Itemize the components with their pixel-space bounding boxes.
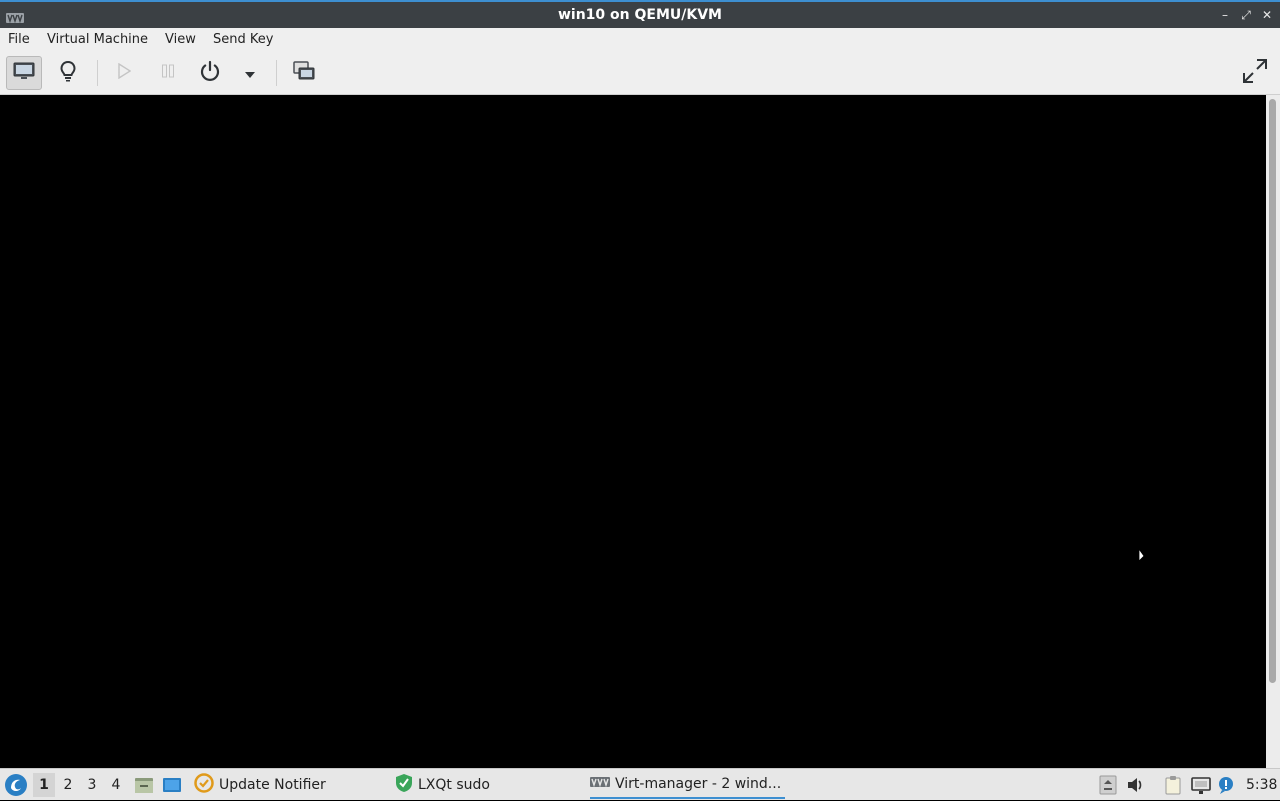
maximize-button[interactable]: ⤢: [1238, 6, 1254, 24]
power-icon: [199, 60, 221, 86]
task-update-notifier[interactable]: Update Notifier: [194, 771, 326, 799]
monitor-icon: [13, 62, 35, 84]
vm-console-display[interactable]: [0, 95, 1266, 768]
notification-button[interactable]: [1216, 775, 1236, 795]
mouse-cursor-icon: [1138, 547, 1146, 564]
show-desktop-icon: [162, 778, 182, 799]
file-manager-icon: [134, 778, 154, 799]
desktop-1[interactable]: 1: [33, 773, 55, 797]
toolbar-separator: [97, 60, 98, 86]
fullscreen-icon: [1242, 58, 1268, 88]
snapshot-icon: [293, 61, 315, 85]
menu-file[interactable]: File: [4, 31, 34, 49]
task-virt-manager[interactable]: Virt-manager - 2 wind...: [590, 771, 785, 799]
file-manager-launcher[interactable]: [134, 775, 154, 795]
fullscreen-button[interactable]: [1237, 56, 1273, 90]
desktop-2[interactable]: 2: [57, 773, 79, 797]
toolbar: [0, 52, 1280, 95]
clock[interactable]: 5:38: [1246, 775, 1277, 795]
shield-icon: [395, 773, 413, 797]
play-icon: [117, 62, 132, 83]
clipboard-button[interactable]: [1163, 775, 1183, 795]
pause-icon: [161, 63, 175, 83]
menu-send-key[interactable]: Send Key: [209, 31, 277, 49]
minimize-button[interactable]: –: [1217, 6, 1233, 24]
window-titlebar[interactable]: win10 on QEMU/KVM – ⤢ ✕: [0, 0, 1280, 28]
notification-icon: [1216, 777, 1236, 799]
toolbar-separator: [276, 60, 277, 86]
menu-virtual-machine[interactable]: Virtual Machine: [43, 31, 152, 49]
start-menu-button[interactable]: [4, 773, 28, 797]
shutdown-menu-button[interactable]: [232, 56, 268, 90]
network-icon: [1191, 777, 1211, 799]
menu-view[interactable]: View: [161, 31, 200, 49]
shutdown-button[interactable]: [192, 56, 228, 90]
task-label: Virt-manager - 2 wind...: [615, 776, 782, 792]
task-label: Update Notifier: [219, 777, 326, 793]
pause-button[interactable]: [150, 56, 186, 90]
desktop-4[interactable]: 4: [105, 773, 127, 797]
snapshots-button[interactable]: [286, 56, 322, 90]
task-label: LXQt sudo: [418, 777, 490, 793]
chevron-down-icon: [244, 64, 256, 83]
volume-button[interactable]: [1126, 775, 1146, 795]
window-title: win10 on QEMU/KVM: [557, 7, 722, 23]
desktop-3[interactable]: 3: [81, 773, 103, 797]
task-lxqt-sudo[interactable]: LXQt sudo: [395, 771, 490, 799]
volume-icon: [1126, 778, 1146, 799]
show-desktop-launcher[interactable]: [162, 775, 182, 795]
scrollbar-thumb[interactable]: [1269, 99, 1276, 683]
update-notifier-icon: [194, 773, 214, 797]
menu-bar: File Virtual Machine View Send Key: [0, 28, 1280, 52]
lightbulb-icon: [59, 60, 77, 86]
console-view-button[interactable]: [6, 56, 42, 90]
tray-arrow-button[interactable]: [1098, 775, 1118, 795]
details-view-button[interactable]: [50, 56, 86, 90]
run-button[interactable]: [106, 56, 142, 90]
network-button[interactable]: [1191, 775, 1211, 795]
close-button[interactable]: ✕: [1259, 6, 1275, 24]
clipboard-icon: [1163, 776, 1183, 799]
tray-arrow-icon: [1098, 775, 1118, 799]
taskbar: 1 2 3 4 Update Notifier LXQt sudo Virt-m…: [0, 768, 1280, 800]
console-scrollbar[interactable]: [1266, 95, 1280, 768]
virt-manager-icon: [590, 775, 610, 793]
lxqt-logo-icon: [4, 774, 28, 801]
